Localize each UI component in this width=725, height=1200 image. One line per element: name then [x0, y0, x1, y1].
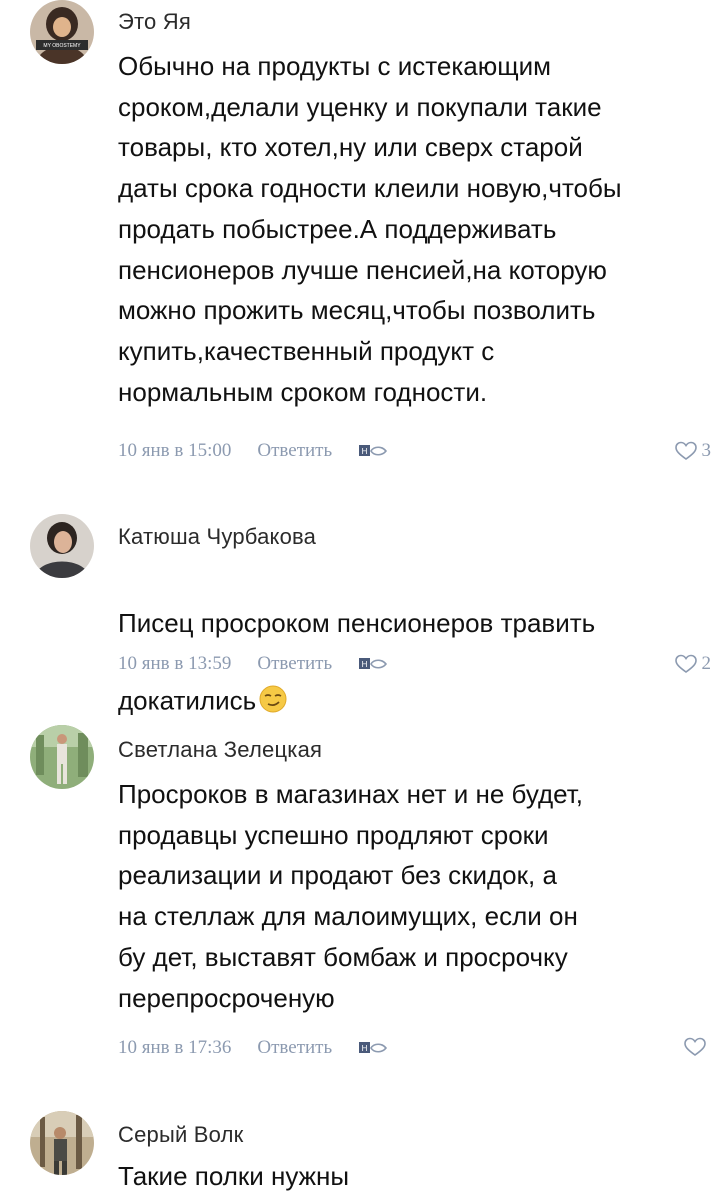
svg-text:H: H	[362, 447, 368, 456]
comment-time[interactable]: 10 янв в 15:00	[118, 440, 231, 462]
avatar[interactable]	[30, 514, 94, 578]
reply-button[interactable]: Ответить	[257, 440, 332, 462]
comment-text: Обычно на продукты с истекающим сроком,д…	[118, 51, 622, 407]
like-button[interactable]	[683, 1037, 711, 1057]
heart-icon	[674, 654, 697, 673]
comment-text: Такие полки нужны	[118, 1161, 350, 1191]
avatar[interactable]: MY OBOSTEMY	[30, 0, 94, 64]
reply-button[interactable]: Ответить	[257, 1037, 332, 1059]
comment-time[interactable]: 10 янв в 17:36	[118, 1037, 231, 1059]
share-icon[interactable]: H	[358, 655, 388, 673]
comment-meta: 10 янв в 15:00 Ответить H	[118, 440, 388, 462]
share-icon[interactable]: H	[358, 1039, 388, 1057]
comment-meta: 10 янв в 13:59 Ответить H	[118, 653, 388, 675]
comment-text: Писец просроком пенсионеров травить дока…	[118, 562, 708, 726]
svg-text:MY OBOSTEMY: MY OBOSTEMY	[43, 43, 81, 49]
avatar[interactable]	[30, 725, 94, 789]
share-icon[interactable]: H	[358, 442, 388, 460]
like-count: 3	[701, 440, 712, 461]
like-button[interactable]: 3	[674, 440, 712, 462]
reply-button[interactable]: Ответить	[257, 653, 332, 675]
comment-time[interactable]: 10 янв в 13:59	[118, 653, 231, 675]
heart-icon	[674, 441, 697, 460]
svg-text:H: H	[362, 660, 368, 669]
svg-text:H: H	[362, 1044, 368, 1053]
like-button[interactable]: 2	[674, 653, 712, 675]
heart-icon	[684, 1037, 706, 1056]
like-count: 2	[701, 653, 712, 674]
comment-author[interactable]: Катюша Чурбакова	[118, 524, 316, 550]
comment-author[interactable]: Светлана Зелецкая	[118, 737, 322, 763]
comment-meta: 10 янв в 17:36 Ответить H	[118, 1037, 388, 1059]
avatar[interactable]	[30, 1111, 94, 1175]
comment-author[interactable]: Это Яя	[118, 9, 191, 35]
comment-author[interactable]: Серый Волк	[118, 1122, 243, 1148]
comment-text: Просроков в магазинах нет и не будет, пр…	[118, 779, 583, 1013]
